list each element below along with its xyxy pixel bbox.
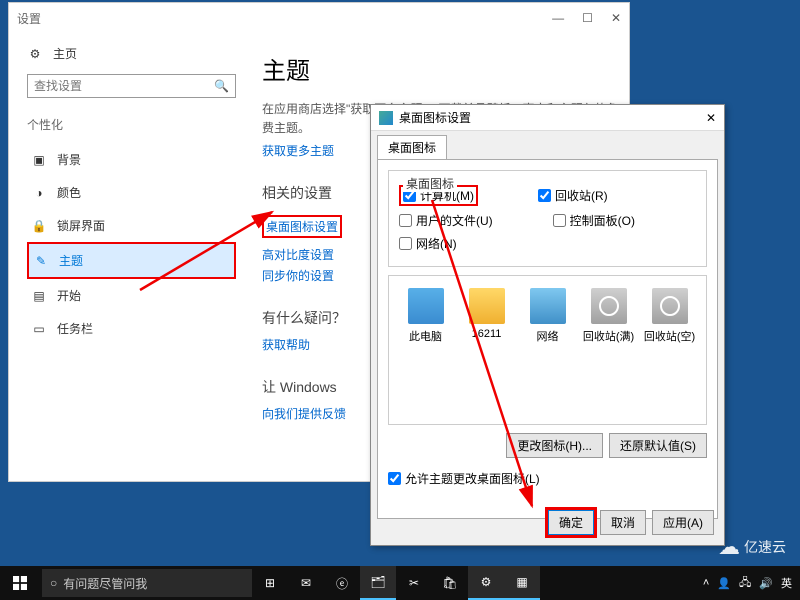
section-label: 个性化 [27,116,236,133]
check-recycle[interactable]: 回收站(R) [538,185,608,206]
explorer-icon[interactable]: 🗂 [360,566,396,600]
preview-user-folder[interactable]: 16211 [459,288,514,340]
page-title: 主题 [262,51,621,86]
home-label: 主页 [53,45,77,62]
dialog-tabs: 桌面图标 [371,131,724,159]
check-userfiles[interactable]: 用户的文件(U) [399,212,493,229]
dialog-titlebar: 桌面图标设置 ✕ [371,105,724,131]
folder-icon [469,288,505,324]
taskbar-search[interactable]: ○ 有问题尽管问我 [42,569,252,597]
watermark: ☁ 亿速云 [718,534,786,560]
ime-icon[interactable]: 英 [781,575,792,591]
link-desktop-icon-settings[interactable]: 桌面图标设置 [262,215,342,238]
sidebar-item-start[interactable]: ▤ 开始 [27,279,236,312]
snip-icon[interactable]: ✂ [396,566,432,600]
network-tray-icon[interactable]: 🖧 [739,574,751,593]
dialog-buttons: 确定 取消 应用(A) [548,510,714,535]
start-icon: ▤ [31,289,47,303]
sidebar-item-colors[interactable]: ◑ 颜色 [27,176,236,209]
lock-icon: 🔒 [31,219,47,233]
change-icon-button[interactable]: 更改图标(H)... [506,433,603,458]
taskbar: ○ 有问题尽管问我 ⊞ ✉ ⓔ 🗂 ✂ 🛍 ⚙ ▦ ˄ 👤 🖧 🔊 英 [0,566,800,600]
gear-icon: ⚙ [27,47,43,61]
home-link[interactable]: ⚙ 主页 [27,45,236,62]
search-icon: 🔍 [214,79,229,93]
taskview-icon[interactable]: ⊞ [252,566,288,600]
checkbox-allow-themes[interactable] [388,472,401,485]
sidebar-item-label: 背景 [57,151,81,168]
sidebar-item-taskbar[interactable]: ▭ 任务栏 [27,312,236,345]
check-control-panel[interactable]: 控制面板(O) [553,212,635,229]
running-app-icon[interactable]: ▦ [504,566,540,600]
cloud-icon: ☁ [718,534,740,560]
sidebar-item-lockscreen[interactable]: 🔒 锁屏界面 [27,209,236,242]
preview-recycle-full[interactable]: 回收站(满) [581,288,636,344]
cortana-icon: ○ [50,576,57,590]
checkbox-recycle[interactable] [538,189,551,202]
store-icon[interactable]: 🛍 [432,566,468,600]
settings-sidebar: ⚙ 主页 🔍 个性化 ▣ 背景 ◑ 颜色 🔒 锁屏界面 ✎ 主题 [9,33,254,481]
recycle-full-icon [591,288,627,324]
start-button[interactable] [0,576,40,590]
recycle-empty-icon [652,288,688,324]
taskbar-icon: ▭ [31,322,47,336]
settings-app-icon[interactable]: ⚙ [468,566,504,600]
window-controls: — ☐ ✕ [552,11,621,25]
sidebar-item-label: 开始 [57,287,81,304]
image-icon: ▣ [31,153,47,167]
desktop-icons-group: 桌面图标 计算机(M) 回收站(R) 用户的文件(U) 控制面板 [388,170,707,267]
apply-button[interactable]: 应用(A) [652,510,714,535]
close-icon[interactable]: ✕ [706,111,716,125]
icon-preview-area: 此电脑 16211 网络 回收站(满) 回收站(空) [388,275,707,425]
settings-titlebar: 设置 — ☐ ✕ [9,3,629,33]
system-tray: ˄ 👤 🖧 🔊 英 [703,574,800,593]
sidebar-item-label: 任务栏 [57,320,93,337]
sidebar-item-label: 颜色 [57,184,81,201]
people-icon[interactable]: 👤 [717,577,731,590]
dialog-app-icon [379,111,393,125]
mail-icon[interactable]: ✉ [288,566,324,600]
restore-default-button[interactable]: 还原默认值(S) [609,433,707,458]
check-allow-themes[interactable]: 允许主题更改桌面图标(L) [388,470,707,487]
sidebar-item-label: 主题 [59,252,83,269]
close-icon[interactable]: ✕ [611,11,621,25]
preview-network[interactable]: 网络 [520,288,575,344]
search-box[interactable]: 🔍 [27,74,236,98]
watermark-text: 亿速云 [744,537,786,557]
checkbox-network[interactable] [399,237,412,250]
preview-recycle-empty[interactable]: 回收站(空) [642,288,697,344]
checkbox-userfiles[interactable] [399,214,412,227]
volume-icon[interactable]: 🔊 [759,577,773,590]
brush-icon: ✎ [33,254,49,268]
desktop-icon-settings-dialog: 桌面图标设置 ✕ 桌面图标 桌面图标 计算机(M) 回收站(R) 用户的文件(U [370,104,725,546]
cancel-button[interactable]: 取消 [600,510,646,535]
dialog-panel: 桌面图标 计算机(M) 回收站(R) 用户的文件(U) 控制面板 [377,159,718,519]
chevron-up-icon[interactable]: ˄ [703,577,709,589]
search-hint: 有问题尽管问我 [63,575,147,592]
maximize-icon[interactable]: ☐ [582,11,593,25]
dialog-title: 桌面图标设置 [399,109,471,126]
sidebar-item-label: 锁屏界面 [57,217,105,234]
group-label: 桌面图标 [403,175,457,192]
sidebar-item-themes[interactable]: ✎ 主题 [27,242,236,279]
pc-icon [408,288,444,324]
search-input[interactable] [34,79,214,93]
window-title: 设置 [17,10,41,27]
checkbox-control-panel[interactable] [553,214,566,227]
ok-button[interactable]: 确定 [548,510,594,535]
minimize-icon[interactable]: — [552,11,564,25]
edge-icon[interactable]: ⓔ [324,566,360,600]
sidebar-item-background[interactable]: ▣ 背景 [27,143,236,176]
check-network[interactable]: 网络(N) [399,235,457,252]
taskbar-apps: ⊞ ✉ ⓔ 🗂 ✂ 🛍 ⚙ ▦ [252,566,540,600]
tab-desktop-icons[interactable]: 桌面图标 [377,135,447,159]
preview-this-pc[interactable]: 此电脑 [398,288,453,344]
network-icon [530,288,566,324]
palette-icon: ◑ [31,186,47,200]
